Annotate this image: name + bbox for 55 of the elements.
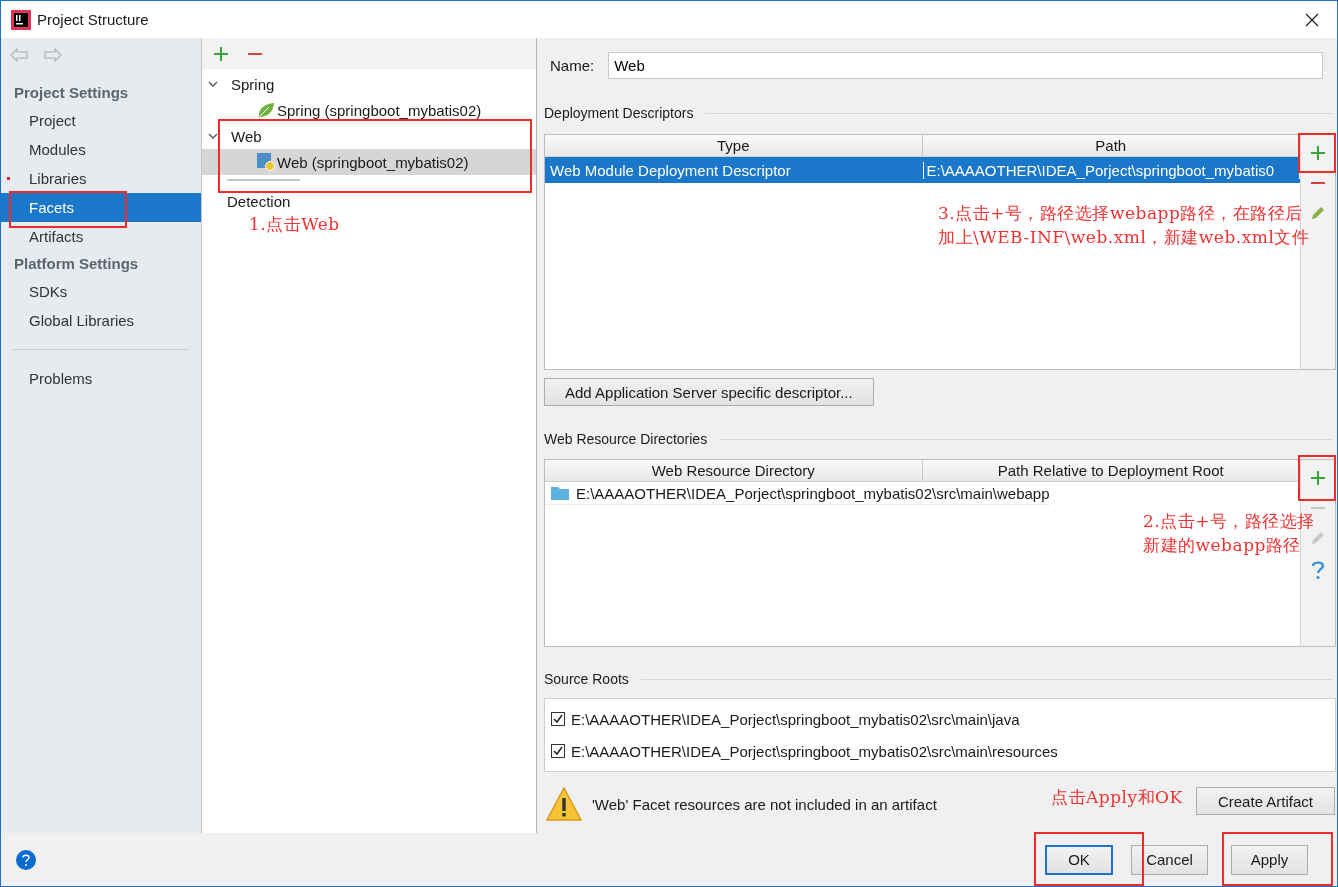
chevron-icon[interactable] bbox=[207, 130, 219, 142]
create-artifact-button[interactable]: Create Artifact bbox=[1195, 787, 1335, 815]
warning-message: 'Web' Facet resources are not included in an artifact bbox=[592, 795, 937, 813]
tree-group-label[interactable]: Spring bbox=[231, 75, 275, 93]
sidebar-item[interactable]: Project bbox=[1, 106, 201, 135]
highlight-frame bbox=[1298, 133, 1336, 173]
annotation-note: 点击Apply和OK bbox=[1051, 786, 1183, 809]
section-heading: Project Settings bbox=[13, 83, 130, 103]
leaf-icon bbox=[257, 102, 275, 118]
dialog-button[interactable]: Cancel bbox=[1131, 844, 1208, 875]
group-title: Web Resource Directories bbox=[544, 431, 708, 447]
table-row[interactable]: E:\AAAAOTHER\IDEA_Porject\springboot_mybatis02\src\main\webapp bbox=[545, 482, 1050, 505]
add-icon[interactable] bbox=[1310, 470, 1326, 486]
sidebar-item[interactable]: Artifacts bbox=[1, 222, 201, 251]
tree-group-label[interactable]: Web bbox=[231, 127, 262, 145]
add-icon[interactable] bbox=[213, 45, 229, 62]
checkbox[interactable] bbox=[551, 744, 565, 758]
dialog-button[interactable]: OK bbox=[1045, 844, 1113, 875]
pencil-icon[interactable] bbox=[1310, 205, 1326, 221]
name-field[interactable]: Web bbox=[608, 52, 1323, 79]
web-module-icon bbox=[257, 153, 275, 171]
warning-icon bbox=[546, 787, 582, 821]
help-icon[interactable] bbox=[1311, 560, 1325, 580]
help-icon[interactable] bbox=[16, 849, 36, 870]
column-header[interactable]: Web Resource Directory bbox=[545, 460, 923, 481]
chevron-icon[interactable] bbox=[207, 78, 219, 90]
name-label: Name: bbox=[550, 57, 595, 74]
annotation-note: 2.点击+号，路径选择 新建的webapp路径 bbox=[1143, 510, 1315, 557]
sidebar-item[interactable]: Global Libraries bbox=[1, 306, 201, 335]
add-descriptor-button[interactable]: Add Application Server specific descriptor... bbox=[544, 378, 874, 406]
highlight-frame bbox=[1298, 455, 1336, 501]
source-root-path: E:\AAAAOTHER\IDEA_Porject\springboot_mybatis02\src\main\resources bbox=[571, 742, 1058, 760]
dialog-button[interactable]: Apply bbox=[1231, 844, 1308, 875]
tree-item[interactable]: Web (springboot_mybatis02) bbox=[202, 149, 536, 175]
folder-icon bbox=[551, 486, 569, 500]
sidebar-item[interactable]: Facets bbox=[1, 193, 201, 222]
window-title: Project Structure bbox=[37, 11, 150, 28]
tree-item[interactable]: Detection bbox=[202, 190, 536, 214]
add-icon[interactable] bbox=[1310, 145, 1326, 161]
sidebar-item[interactable]: SDKs bbox=[1, 277, 201, 306]
app-logo-icon bbox=[11, 9, 31, 30]
group-title: Deployment Descriptors bbox=[544, 105, 694, 121]
annotation-note: 1.点击Web bbox=[249, 213, 340, 236]
source-root-path: E:\AAAAOTHER\IDEA_Porject\springboot_mybatis02\src\main\java bbox=[571, 710, 1020, 728]
sidebar-item[interactable]: Libraries bbox=[1, 164, 201, 193]
table-row[interactable]: Web Module Deployment Descriptor E:\AAAAOTHER\IDEA_Porject\springboot_mybatis0 bbox=[545, 157, 1300, 183]
column-header[interactable]: Type bbox=[545, 135, 923, 156]
tree-item[interactable]: Spring (springboot_mybatis02) bbox=[202, 97, 536, 123]
close-icon[interactable] bbox=[1305, 12, 1319, 27]
sidebar-item[interactable]: Modules bbox=[1, 135, 201, 164]
annotation-note: 3.点击+号，路径选择webapp路径，在路径后 加上\WEB-INF\web.xml，新建web.xml文件 bbox=[938, 202, 1310, 249]
group-title: Source Roots bbox=[544, 671, 629, 687]
sidebar-item[interactable]: Problems bbox=[1, 364, 201, 393]
section-heading: Platform Settings bbox=[13, 254, 140, 274]
checkbox[interactable] bbox=[551, 712, 565, 726]
